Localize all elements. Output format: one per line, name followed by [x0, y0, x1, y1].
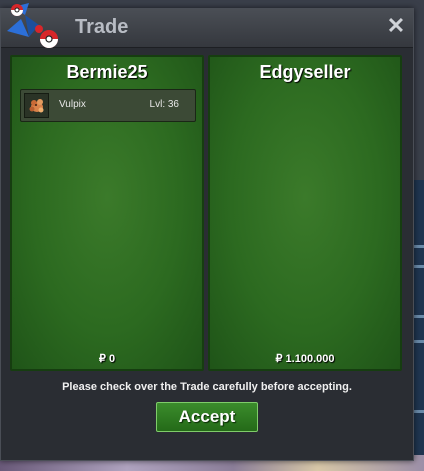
- close-icon[interactable]: ✕: [385, 15, 407, 37]
- trade-window: Trade ✕ Bermie25 Vulpix Lvl: 36 ₽ 0 Edgy…: [0, 3, 414, 461]
- my-money-offer: ₽ 0: [98, 353, 116, 365]
- background-text-line: [414, 245, 424, 248]
- vulpix-icon: [24, 93, 49, 118]
- pokemon-level: Lvl: 36: [149, 99, 179, 110]
- background-text-line: [414, 410, 424, 413]
- pokemon-name: Vulpix: [59, 99, 86, 110]
- my-offer-panel: Bermie25 Vulpix Lvl: 36 ₽ 0: [10, 55, 204, 371]
- trade-notice: Please check over the Trade carefully be…: [62, 381, 352, 393]
- partner-offer-panel: Edgyseller ₽ 1.100.000: [208, 55, 402, 371]
- trade-item-slot[interactable]: Vulpix Lvl: 36: [20, 89, 196, 122]
- my-trainer-name: Bermie25: [66, 62, 148, 82]
- window-title: Trade: [75, 16, 129, 38]
- pokeball-logo-icon: [7, 3, 58, 48]
- partner-trainer-name: Edgyseller: [259, 62, 351, 82]
- background-text-line: [414, 265, 424, 268]
- partner-money-offer: ₽ 1.100.000: [275, 353, 335, 365]
- background-text-line: [414, 340, 424, 343]
- accept-button[interactable]: Accept: [156, 402, 258, 432]
- background-text-line: [414, 315, 424, 318]
